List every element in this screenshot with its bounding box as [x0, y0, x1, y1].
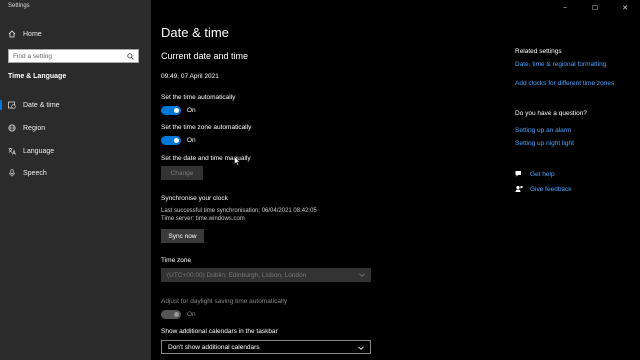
globe-icon	[8, 124, 16, 132]
clock-calendar-icon	[8, 101, 16, 109]
microphone-icon	[8, 169, 16, 177]
get-help-link[interactable]: Get help	[530, 171, 555, 178]
auto-time-label: Set the time automatically	[161, 94, 236, 101]
auto-zone-state: On	[187, 137, 196, 144]
search-icon[interactable]	[127, 53, 134, 60]
main-content: Date & time Current date and time 09:49,…	[151, 0, 640, 360]
sync-now-button[interactable]: Sync now	[161, 229, 204, 243]
alarm-link[interactable]: Setting up an alarm	[515, 127, 571, 134]
give-feedback-link[interactable]: Give feedback	[530, 186, 572, 193]
sidebar-item-region[interactable]: Region	[0, 119, 151, 137]
feedback-icon	[515, 185, 523, 192]
app-title: Settings	[8, 3, 30, 9]
auto-time-toggle[interactable]	[161, 106, 181, 115]
sidebar-item-speech[interactable]: Speech	[0, 164, 151, 182]
dst-state: On	[187, 311, 196, 318]
related-settings-heading: Related settings	[515, 48, 562, 55]
current-date-time-heading: Current date and time	[161, 51, 249, 61]
toggle-knob	[174, 312, 179, 317]
last-sync-text: Last successful time synchronisation: 06…	[161, 208, 317, 214]
search-input[interactable]	[13, 51, 123, 62]
sidebar-item-language[interactable]: Language	[0, 142, 151, 160]
dst-label: Adjust for daylight saving time automati…	[161, 298, 288, 305]
language-icon	[8, 147, 16, 155]
sidebar-item-label: Language	[23, 147, 55, 155]
search-box[interactable]	[8, 49, 139, 63]
time-zone-value: (UTC+00:00) Dublin, Edinburgh, Lisbon, L…	[167, 271, 307, 279]
calendars-select[interactable]: Don't show additional calendars	[161, 340, 371, 354]
regional-formatting-link[interactable]: Date, time & regional formatting	[515, 61, 606, 68]
auto-zone-toggle[interactable]	[161, 136, 181, 145]
auto-zone-label: Set the time zone automatically	[161, 124, 252, 131]
sidebar-item-label: Date & time	[23, 101, 60, 109]
sidebar-item-label: Region	[23, 124, 46, 132]
time-server-text: Time server: time.windows.com	[161, 216, 245, 222]
time-zone-label: Time zone	[161, 257, 192, 264]
home-icon	[8, 30, 16, 38]
chevron-down-icon	[359, 273, 365, 277]
dst-toggle[interactable]	[161, 310, 181, 319]
calendars-value: Don't show additional calendars	[168, 343, 260, 351]
page-title: Date & time	[161, 25, 229, 40]
chevron-down-icon	[358, 346, 364, 350]
current-date-time-value: 09:49, 07 April 2021	[161, 73, 219, 80]
sidebar-item-date-time[interactable]: Date & time	[0, 96, 151, 114]
toggle-knob	[174, 108, 179, 113]
question-heading: Do you have a question?	[515, 110, 587, 117]
section-label: Time & Language	[8, 73, 67, 80]
sidebar-item-label: Home	[23, 30, 42, 38]
auto-time-state: On	[187, 107, 196, 114]
get-help-icon	[515, 171, 521, 177]
night-light-link[interactable]: Setting up night light	[515, 140, 574, 147]
change-button[interactable]: Change	[161, 166, 203, 180]
sidebar-item-label: Speech	[23, 169, 47, 177]
calendars-label: Show additional calendars in the taskbar	[161, 328, 278, 335]
sidebar-item-home[interactable]: Home	[0, 25, 151, 43]
toggle-knob	[174, 138, 179, 143]
time-zone-select[interactable]: (UTC+00:00) Dublin, Edinburgh, Lisbon, L…	[161, 268, 371, 282]
sync-heading: Synchronise your clock	[161, 195, 228, 202]
add-clocks-link[interactable]: Add clocks for different time zones	[515, 80, 614, 87]
sidebar: Settings Home Time & Language Date & tim…	[0, 0, 151, 360]
mouse-cursor-icon	[234, 156, 240, 166]
